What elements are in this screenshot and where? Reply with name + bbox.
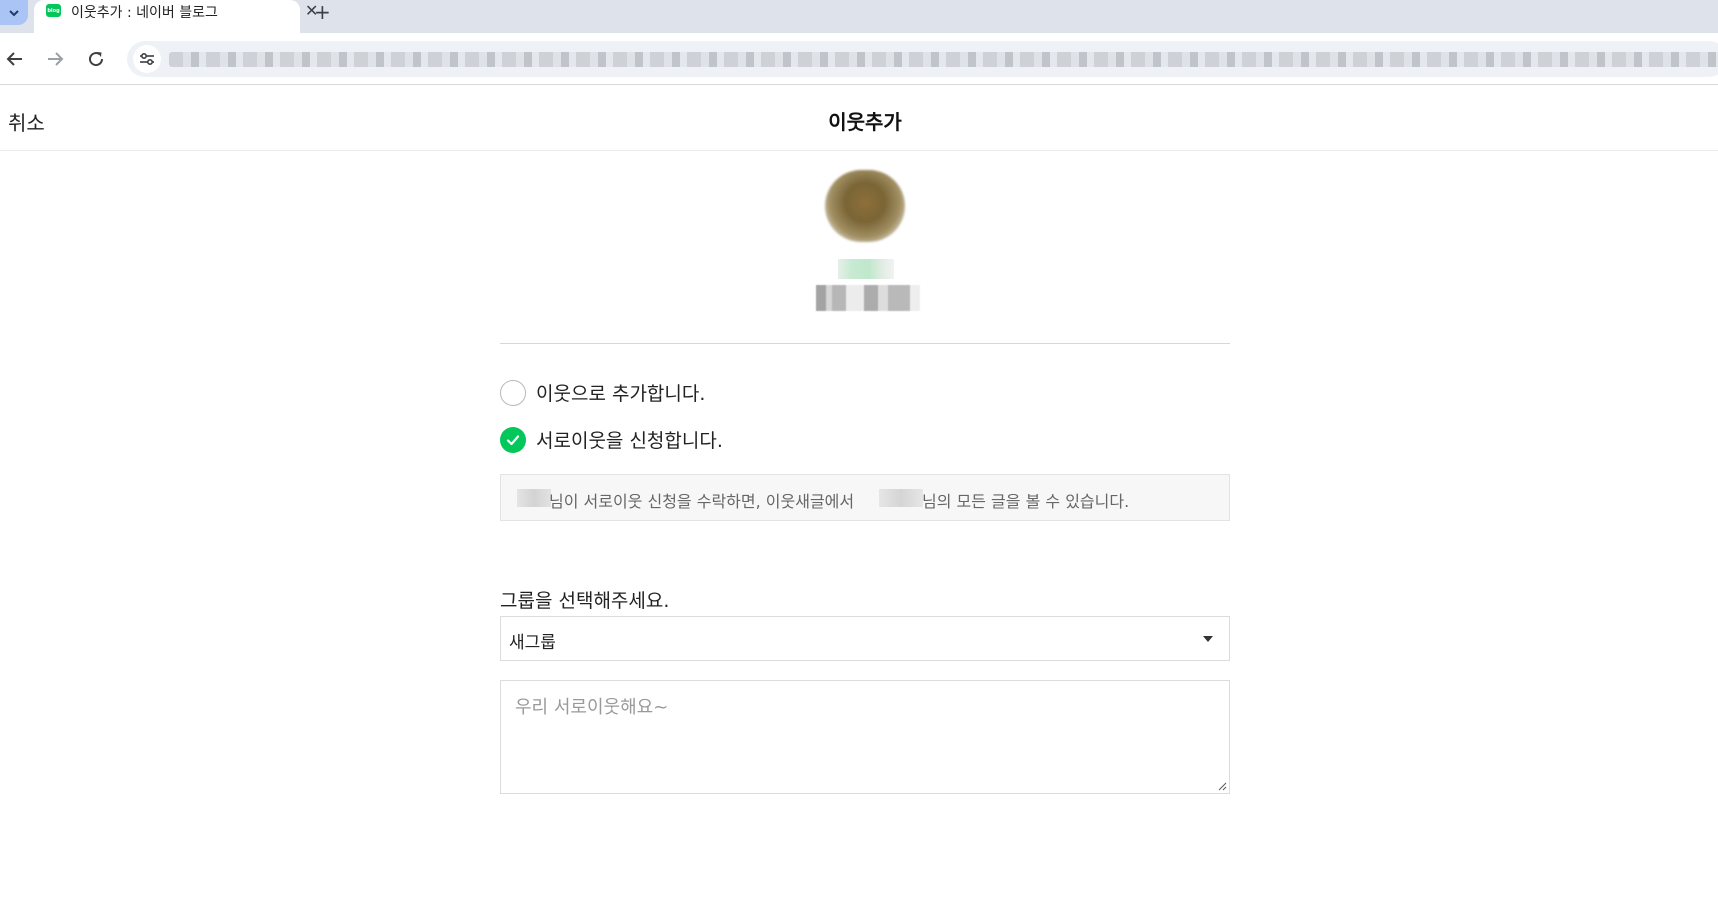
info-text-part2: 님의 모든 글을 볼 수 있습니다. — [922, 492, 1130, 511]
option-mutual-neighbor-label: 서로이웃을 신청합니다. — [536, 430, 723, 452]
mutual-neighbor-info-box: 님이 서로이웃 신청을 수락하면, 이웃새글에서 님의 모든 글을 볼 수 있습… — [500, 474, 1230, 521]
favicon-text: blog — [47, 7, 60, 14]
page-title: 이웃추가 — [828, 110, 902, 134]
browser-toolbar — [0, 33, 1718, 85]
my-name-redacted — [879, 489, 923, 507]
option-add-neighbor-label: 이웃으로 추가합니다. — [536, 383, 706, 405]
browser-tab-active[interactable]: blog 이웃추가 : 네이버 블로그 ✕ — [34, 0, 318, 33]
radio-unchecked-icon[interactable] — [500, 379, 526, 406]
new-tab-button[interactable]: + — [314, 0, 331, 24]
browser-tab-strip: blog 이웃추가 : 네이버 블로그 ✕ + — [0, 0, 1718, 33]
group-select-dropdown[interactable]: 새그룹 — [500, 616, 1230, 661]
tab-search-button[interactable] — [0, 0, 28, 25]
back-arrow-icon[interactable] — [3, 47, 27, 71]
option-add-neighbor[interactable]: 이웃으로 추가합니다. — [500, 379, 705, 406]
divider — [500, 343, 1230, 344]
checkmark-icon — [506, 434, 520, 445]
profile-name-redacted — [816, 285, 920, 311]
profile-avatar — [825, 170, 905, 242]
option-mutual-neighbor[interactable]: 서로이웃을 신청합니다. — [500, 426, 723, 453]
tab-title: 이웃추가 : 네이버 블로그 — [71, 5, 218, 21]
address-bar[interactable] — [127, 41, 1718, 77]
info-text-part1: 님이 서로이웃 신청을 수락하면, 이웃새글에서 — [549, 492, 855, 511]
dropdown-caret-icon — [1203, 636, 1213, 642]
site-settings-icon[interactable] — [133, 45, 161, 73]
profile-badge-redacted — [838, 259, 894, 279]
group-selected-value: 새그룹 — [509, 633, 556, 653]
group-select-label: 그룹을 선택해주세요. — [500, 590, 670, 612]
page-header: 취소 이웃추가 — [0, 86, 1718, 151]
forward-arrow-icon[interactable] — [43, 47, 67, 71]
chevron-down-icon — [9, 9, 19, 16]
resize-handle-icon[interactable] — [1217, 781, 1227, 791]
mutual-request-message-input[interactable] — [500, 680, 1230, 794]
naver-blog-favicon-icon: blog — [46, 4, 61, 17]
reload-icon[interactable] — [84, 47, 108, 71]
radio-checked-icon[interactable] — [500, 426, 526, 453]
blog-owner-name-redacted — [517, 489, 551, 507]
url-text-redacted[interactable] — [169, 52, 1718, 67]
